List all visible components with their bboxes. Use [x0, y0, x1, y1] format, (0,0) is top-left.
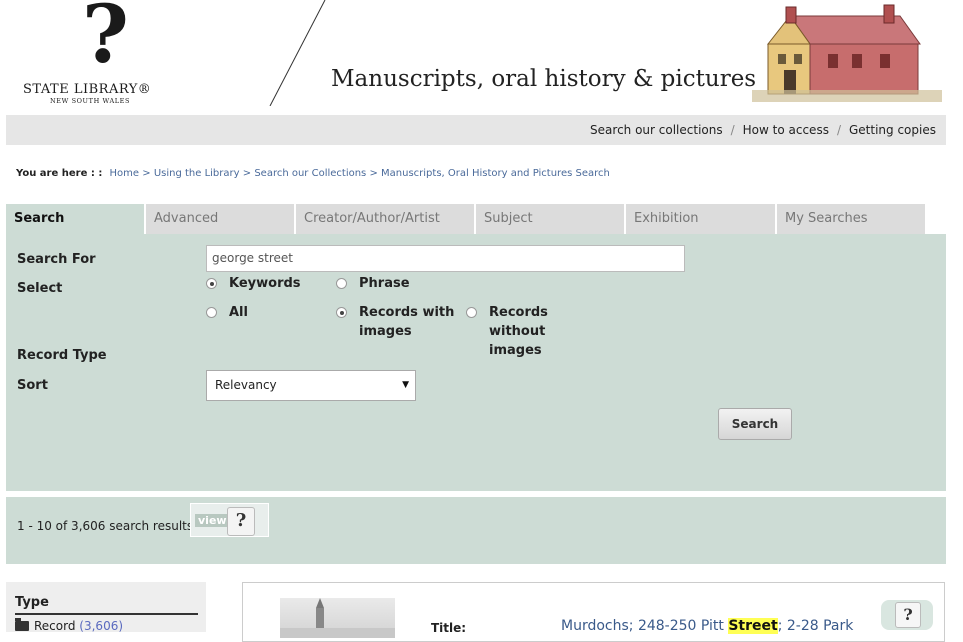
results-count: 1 - 10 of 3,606 search results: [17, 519, 194, 533]
breadcrumb-separator: >: [142, 168, 151, 179]
title-label: Title:: [431, 621, 467, 635]
keywords-option-label: Keywords: [229, 276, 301, 291]
records-without-images-radio[interactable]: [466, 307, 477, 318]
heading-divider: [15, 613, 198, 615]
clock-tower-image-icon: [280, 598, 395, 638]
sort-select[interactable]: Relevancy ▼: [206, 370, 416, 401]
results-summary-bar: 1 - 10 of 3,606 search results view ?: [6, 497, 946, 564]
nav-getting-copies-link[interactable]: Getting copies: [849, 123, 936, 137]
nav-separator: /: [836, 123, 841, 137]
dropdown-arrow-icon: ▼: [402, 380, 409, 390]
question-mark-logo-icon: ?: [82, 0, 129, 81]
tab-search[interactable]: Search: [6, 204, 146, 234]
sort-select-value: Relevancy: [215, 378, 277, 392]
breadcrumb-current-page-link[interactable]: Manuscripts, Oral History and Pictures S…: [381, 168, 610, 179]
shopping-bag-icon: ?: [227, 507, 255, 536]
sort-label: Sort: [17, 378, 48, 393]
all-radio[interactable]: [206, 307, 217, 318]
record-thumbnail[interactable]: [280, 598, 395, 638]
folder-icon: [15, 618, 29, 631]
search-form-panel: Search For george street Select Keywords…: [6, 234, 946, 491]
top-navigation: Search our collections / How to access / Get…: [6, 115, 946, 145]
records-with-images-radio[interactable]: [336, 307, 347, 318]
phrase-radio[interactable]: [336, 278, 347, 289]
nav-separator: /: [730, 123, 735, 137]
records-without-images-label: Records without images: [489, 305, 548, 358]
logo-name: STATE LIBRARY®: [23, 82, 152, 97]
result-record: Title: Murdochs; 248-250 Pitt Street; 2-…: [242, 582, 945, 642]
all-option-label: All: [229, 305, 248, 320]
search-button[interactable]: Search: [718, 408, 792, 440]
view-label: view: [195, 514, 230, 527]
breadcrumb-search-collections-link[interactable]: Search our Collections: [254, 168, 366, 179]
tab-advanced[interactable]: Advanced: [146, 204, 296, 234]
search-input[interactable]: george street: [206, 245, 685, 272]
records-with-images-label: Records with images: [359, 305, 455, 339]
tab-my-searches[interactable]: My Searches: [777, 204, 927, 234]
record-type-label: Record Type: [17, 348, 107, 363]
tab-subject[interactable]: Subject: [476, 204, 626, 234]
banner-title: Manuscripts, oral history & pictures: [331, 66, 757, 92]
divider-slash: [269, 0, 326, 106]
breadcrumb-lead: You are here : :: [16, 168, 103, 179]
add-to-bag-button[interactable]: ?: [881, 600, 933, 630]
select-label: Select: [17, 281, 63, 296]
logo-subtitle: NEW SOUTH WALES: [50, 97, 131, 105]
search-for-label: Search For: [17, 252, 96, 267]
type-filter-record[interactable]: Record (3,606): [15, 618, 123, 633]
breadcrumb-home-link[interactable]: Home: [110, 168, 140, 179]
breadcrumb-separator: >: [242, 168, 252, 179]
tab-creator-author-artist[interactable]: Creator/Author/Artist: [296, 204, 476, 234]
breadcrumb-separator: >: [369, 168, 378, 179]
keywords-radio[interactable]: [206, 278, 217, 289]
nav-how-to-access-link[interactable]: How to access: [743, 123, 829, 137]
state-library-logo[interactable]: ? STATE LIBRARY® NEW SOUTH WALES: [20, 0, 165, 110]
type-filter-record-count[interactable]: (3,606): [79, 619, 123, 633]
breadcrumb-using-library-link[interactable]: Using the Library: [154, 168, 240, 179]
house-illustration-icon: [752, 4, 942, 102]
type-filter-heading: Type: [15, 595, 49, 610]
nav-search-collections-link[interactable]: Search our collections: [590, 123, 723, 137]
tab-exhibition[interactable]: Exhibition: [626, 204, 777, 234]
phrase-option-label: Phrase: [359, 276, 410, 291]
breadcrumb: You are here : : Home > Using the Librar…: [16, 168, 610, 179]
filter-sidebar: Type Record (3,606): [6, 582, 206, 633]
view-cart-button[interactable]: view ?: [190, 503, 269, 537]
shopping-bag-icon: ?: [895, 602, 921, 628]
site-header: ? STATE LIBRARY® NEW SOUTH WALES Manuscr…: [0, 0, 963, 114]
type-filter-record-label: Record: [34, 619, 76, 633]
